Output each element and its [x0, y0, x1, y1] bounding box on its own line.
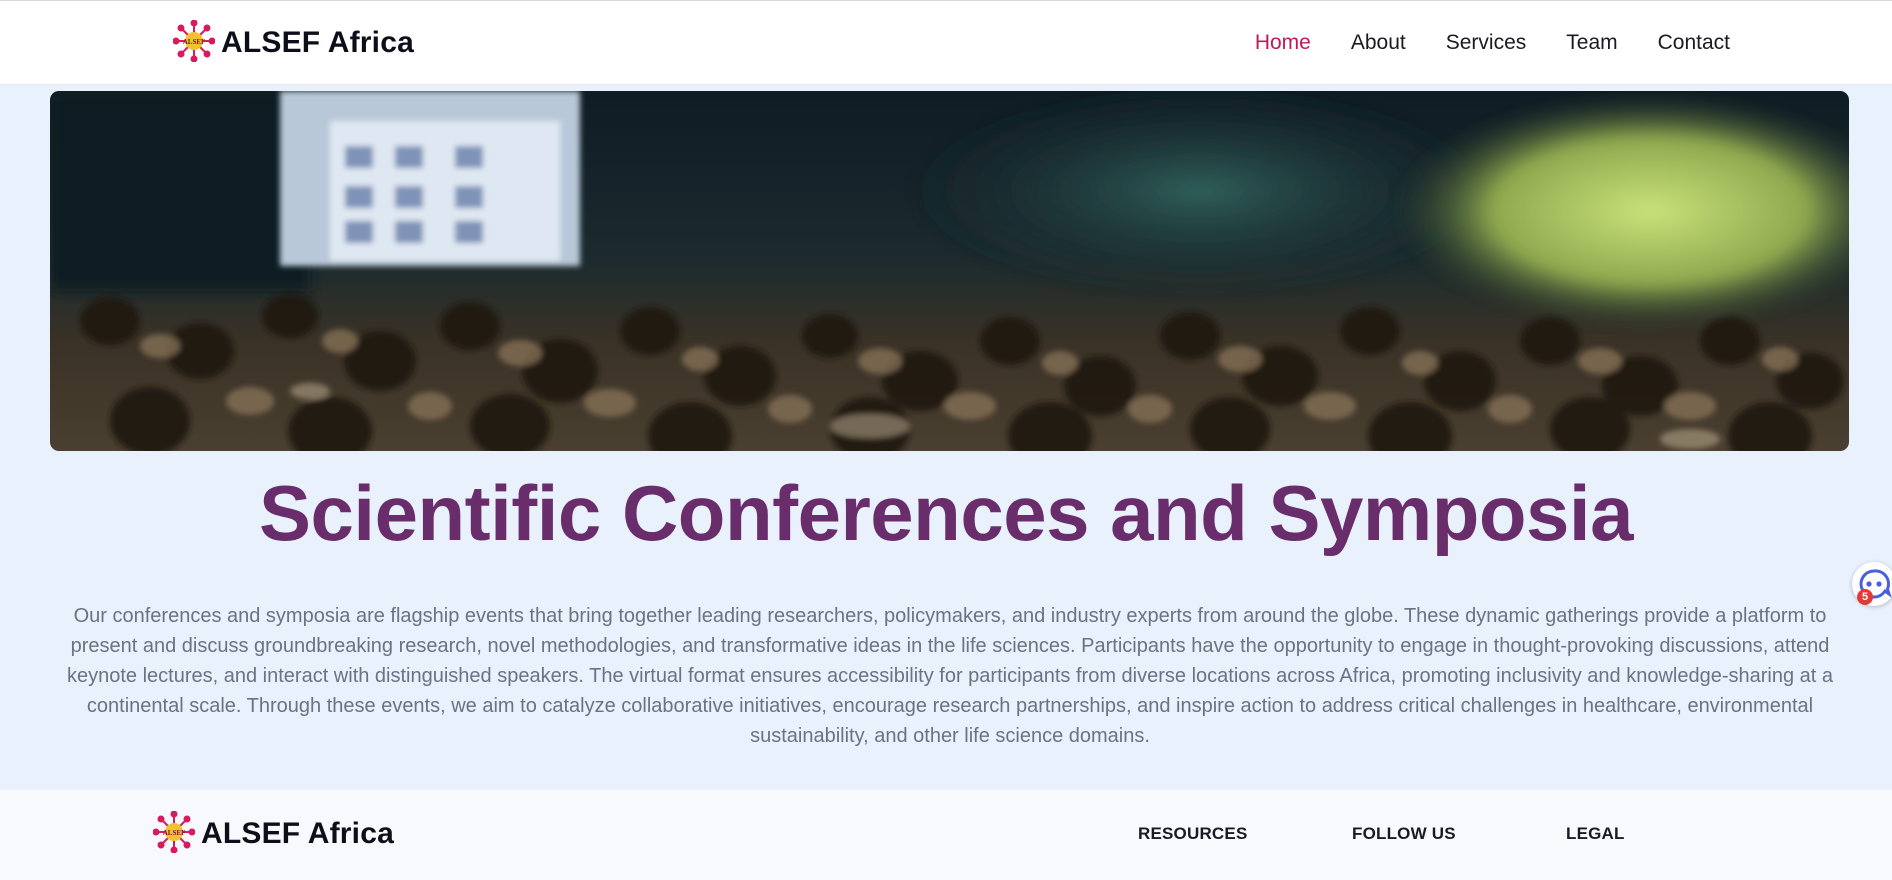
footer-heading-follow-us: FOLLOW US: [1352, 824, 1456, 843]
page-title: Scientific Conferences and Symposia: [259, 469, 1633, 557]
nav-link-services[interactable]: Services: [1446, 31, 1527, 55]
brand-name: ALSEF Africa: [221, 26, 414, 59]
nav-link-home[interactable]: Home: [1255, 31, 1311, 55]
footer-brand: ALSEF ALSEF Africa: [152, 810, 394, 858]
nav-link-team[interactable]: Team: [1566, 31, 1617, 55]
site-footer: ALSEF ALSEF Africa RESOURCES FOLLOW US L…: [0, 790, 1892, 880]
footer-heading-legal: LEGAL: [1566, 824, 1625, 843]
hero-image: [50, 91, 1849, 451]
logo-lettering: ALSEF: [183, 38, 206, 46]
alsef-logo-icon: ALSEF: [172, 19, 216, 67]
chat-notification-badge: 5: [1857, 589, 1873, 605]
site-header: ALSEF ALSEF Africa Home About Services T…: [0, 0, 1892, 85]
alsef-logo-icon: ALSEF: [152, 810, 196, 858]
main-nav: Home About Services Team Contact: [1255, 1, 1730, 85]
footer-heading-resources: RESOURCES: [1138, 824, 1248, 843]
logo-lettering: ALSEF: [163, 829, 186, 837]
page-description: Our conferences and symposia are flagshi…: [66, 605, 1834, 747]
nav-link-about[interactable]: About: [1351, 31, 1406, 55]
footer-brand-name: ALSEF Africa: [201, 817, 394, 850]
brand-link[interactable]: ALSEF ALSEF Africa: [172, 19, 414, 67]
nav-link-contact[interactable]: Contact: [1658, 31, 1730, 55]
